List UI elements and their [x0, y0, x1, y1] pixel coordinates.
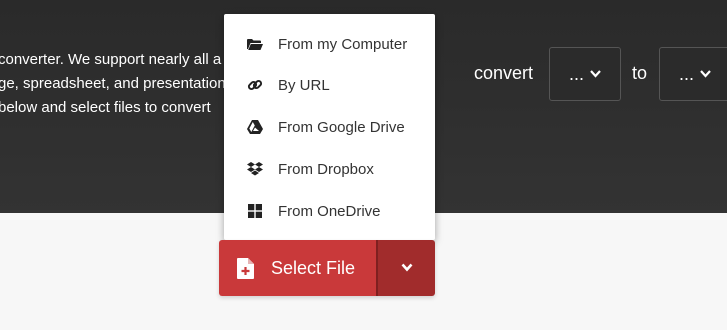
menu-item-label: From Google Drive: [278, 118, 405, 136]
intro-text: converter. We support nearly all a ge, s…: [0, 48, 228, 120]
menu-item-label: By URL: [278, 76, 330, 94]
chevron-down-icon: [700, 67, 711, 81]
chevron-down-icon: [590, 67, 601, 81]
chevron-down-icon: [401, 259, 413, 277]
intro-line: ge, spreadsheet, and presentation: [0, 75, 226, 92]
from-format-value: ...: [568, 63, 584, 84]
menu-item-by-url[interactable]: By URL: [224, 64, 435, 106]
dropbox-icon: [244, 162, 266, 176]
link-icon: [244, 77, 266, 93]
select-file-button[interactable]: Select File: [219, 240, 376, 296]
menu-item-dropbox[interactable]: From Dropbox: [224, 148, 435, 190]
menu-item-label: From my Computer: [278, 35, 408, 53]
menu-item-onedrive[interactable]: From OneDrive: [224, 190, 435, 232]
file-plus-icon: [237, 257, 254, 279]
menu-item-label: From OneDrive: [278, 202, 381, 220]
intro-line: converter. We support nearly all a: [0, 51, 222, 68]
to-label: to: [632, 63, 648, 83]
menu-item-google-drive[interactable]: From Google Drive: [224, 106, 435, 148]
menu-item-label: From Dropbox: [278, 160, 374, 178]
folder-open-icon: [244, 38, 266, 51]
convert-label: convert: [474, 63, 534, 83]
select-file-dropdown-toggle[interactable]: [376, 240, 435, 296]
menu-item-from-computer[interactable]: From my Computer: [224, 23, 435, 65]
to-format-value: ...: [678, 63, 694, 84]
from-format-select[interactable]: ...: [549, 47, 621, 101]
select-file-label: Select File: [271, 257, 356, 278]
to-format-select[interactable]: ...: [659, 47, 727, 101]
upload-source-menu: From my Computer By URL From Google Driv…: [224, 14, 435, 240]
google-drive-icon: [244, 120, 266, 134]
windows-icon: [244, 204, 266, 218]
intro-line: below and select files to convert: [0, 99, 211, 116]
select-file-button-group: Select File: [219, 240, 435, 296]
